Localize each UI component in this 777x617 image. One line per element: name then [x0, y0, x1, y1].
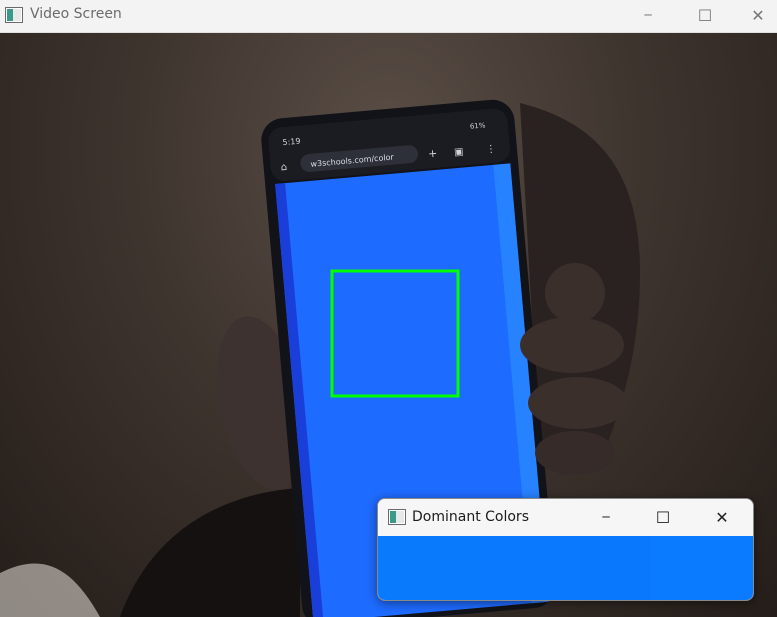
- app-icon: [5, 7, 23, 23]
- minimize-button[interactable]: ─: [625, 0, 671, 30]
- maximize-icon: ☐: [655, 507, 671, 527]
- minimize-icon: ─: [602, 510, 610, 524]
- color-swatch-bar: [378, 536, 753, 600]
- close-button[interactable]: ✕: [739, 0, 777, 30]
- popup-app-icon: [388, 509, 406, 525]
- color-swatch: [481, 536, 581, 600]
- dominant-colors-window: Dominant Colors ─ ☐ ✕: [377, 498, 754, 601]
- popup-close-button[interactable]: ✕: [699, 502, 745, 532]
- popup-title: Dominant Colors: [412, 509, 529, 525]
- minimize-icon: ─: [644, 8, 652, 22]
- svg-text:+: +: [428, 147, 438, 161]
- popup-maximize-button[interactable]: ☐: [640, 502, 686, 532]
- phone-status-battery: 61%: [470, 121, 487, 130]
- close-icon: ✕: [751, 5, 765, 25]
- color-swatch: [581, 536, 651, 600]
- phone-status-time: 5:19: [282, 137, 301, 148]
- svg-text:⌂: ⌂: [280, 162, 287, 174]
- title-bar[interactable]: Video Screen ─ ☐ ✕: [0, 0, 777, 33]
- color-swatch: [651, 536, 753, 600]
- maximize-icon: ☐: [697, 5, 713, 25]
- svg-text:▣: ▣: [454, 146, 464, 158]
- maximize-button[interactable]: ☐: [682, 0, 728, 30]
- svg-text:⋮: ⋮: [486, 144, 497, 156]
- popup-title-bar[interactable]: Dominant Colors ─ ☐ ✕: [378, 499, 753, 536]
- window-title: Video Screen: [30, 6, 122, 22]
- popup-minimize-button[interactable]: ─: [583, 502, 629, 532]
- color-swatch: [378, 536, 481, 600]
- close-icon: ✕: [715, 507, 729, 527]
